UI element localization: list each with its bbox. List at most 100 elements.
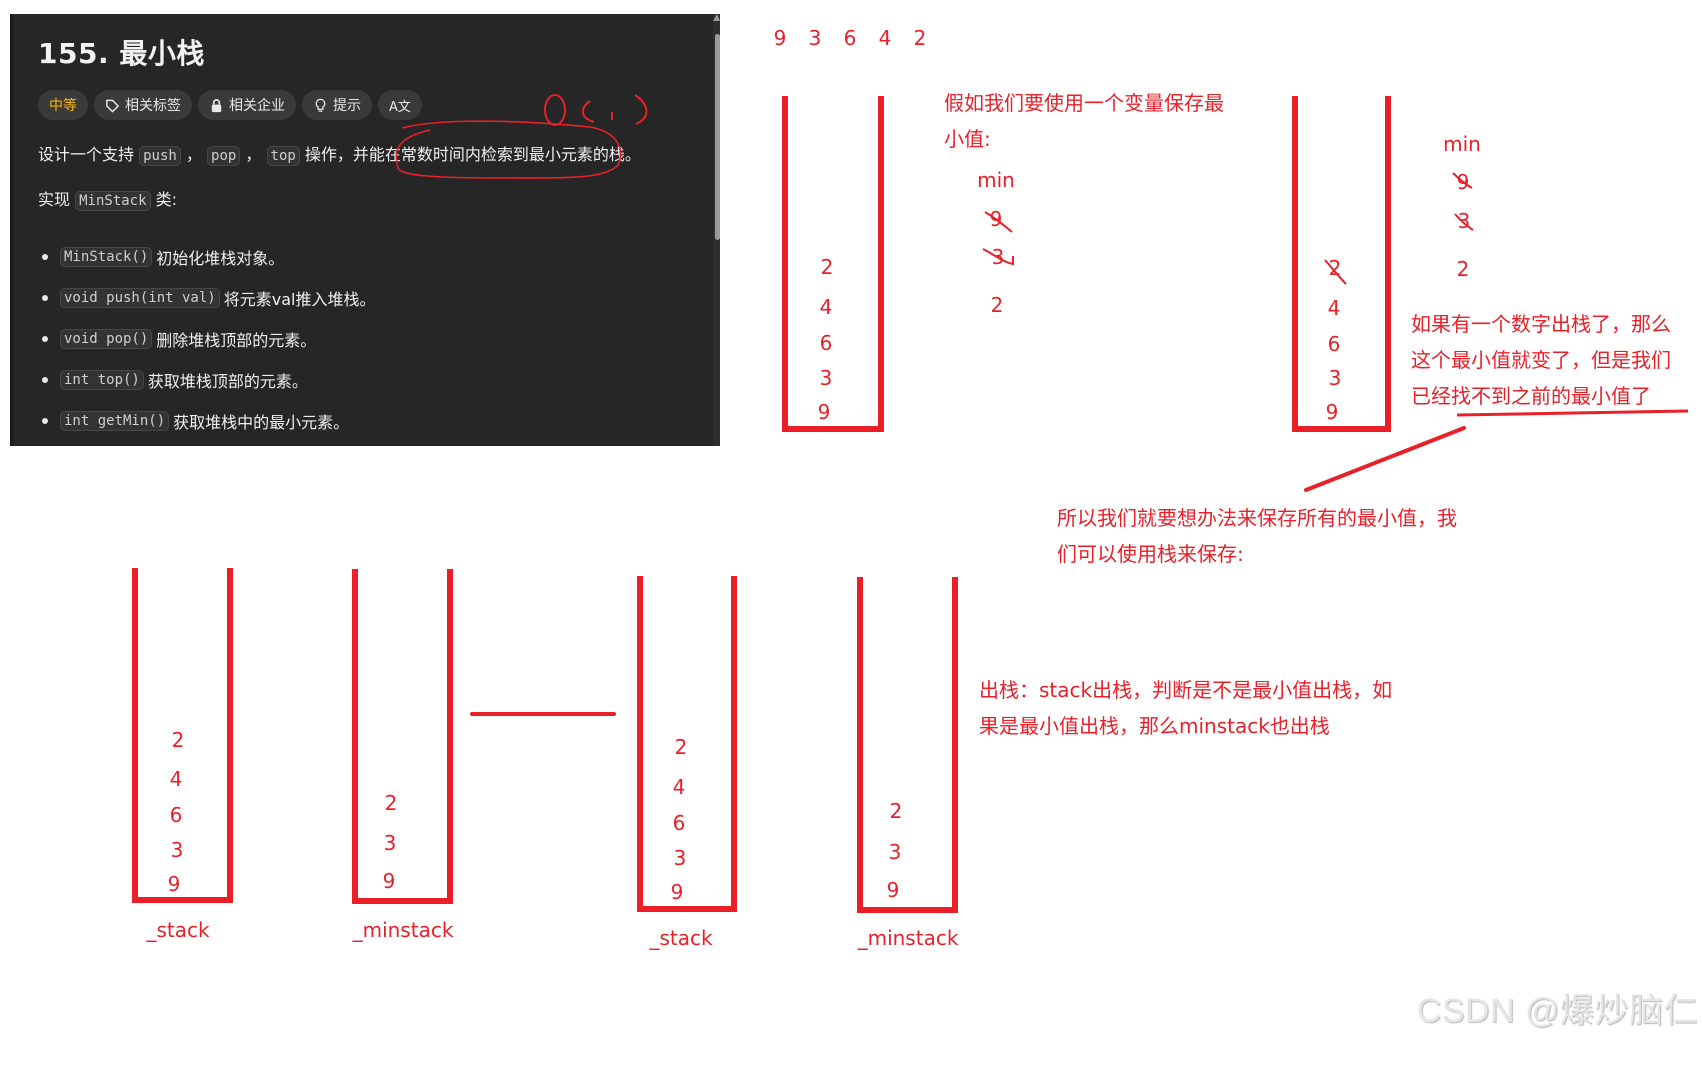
stack-value: 2 xyxy=(889,799,903,823)
note-line: 所以我们就要想办法来保存所有的最小值，我 xyxy=(1057,506,1457,530)
lock-icon xyxy=(211,98,222,112)
stack-value: 9 xyxy=(1325,400,1339,424)
note-solution: 所以我们就要想办法来保存所有的最小值，我 们可以使用栈来保存: xyxy=(1057,500,1457,572)
watermark: CSDN @爆炒脑仁 xyxy=(1416,992,1698,1030)
code-push: push xyxy=(139,146,181,166)
scrollbar-thumb[interactable] xyxy=(715,34,720,240)
min-value: 9 xyxy=(1456,170,1470,194)
sequence-number: 9 xyxy=(773,26,787,50)
method-code: int top() xyxy=(60,369,144,390)
related-companies-button[interactable]: 相关企业 xyxy=(198,90,296,120)
note-line: 小值: xyxy=(944,127,991,151)
method-text: 初始化堆栈对象。 xyxy=(156,248,285,268)
method-text: 获取堆栈顶部的元素。 xyxy=(147,371,308,391)
bullet-icon xyxy=(42,376,48,383)
stack-value: 4 xyxy=(169,767,183,791)
note-line: 这个最小值就变了，但是我们 xyxy=(1411,348,1671,372)
problem-chips: 中等 相关标签 相关企业 提示 A文 xyxy=(38,90,422,120)
implement-suffix: 类: xyxy=(155,190,178,209)
stack-value: 3 xyxy=(170,838,184,862)
stack-value: 9 xyxy=(886,878,900,902)
related-tags-button[interactable]: 相关标签 xyxy=(94,90,192,120)
hints-button[interactable]: 提示 xyxy=(302,90,372,120)
stack-value: 3 xyxy=(383,831,397,855)
description-text: 设计一个支持 xyxy=(38,145,135,164)
stack-value: 2 xyxy=(1328,256,1342,280)
method-text: 删除堆栈顶部的元素。 xyxy=(156,330,317,350)
stack-value: 9 xyxy=(167,872,181,896)
difficulty-label: 中等 xyxy=(49,98,77,114)
min-value: 9 xyxy=(989,207,1003,231)
stack-value: 3 xyxy=(673,846,687,870)
list-item: MinStack() 初始化堆栈对象。 xyxy=(38,236,375,277)
code-minstack: MinStack xyxy=(75,191,151,211)
implement-line: 实现 MinStack 类: xyxy=(38,189,177,212)
min-value: 3 xyxy=(991,245,1005,269)
stack-value: 3 xyxy=(888,840,902,864)
list-item: void pop() 删除堆栈顶部的元素。 xyxy=(38,318,375,359)
min-label: min xyxy=(977,168,1015,192)
note-pop-rule: 出栈：stack出栈，判断是不是最小值出栈，如 果是最小值出栈，那么minsta… xyxy=(979,672,1392,744)
stack-value: 6 xyxy=(819,331,833,355)
minstack-diagram xyxy=(857,577,958,913)
method-code: void pop() xyxy=(60,328,153,349)
minstack-diagram xyxy=(352,569,453,904)
stack-value: 2 xyxy=(674,735,688,759)
note-line: 出栈：stack出栈，判断是不是最小值出栈，如 xyxy=(979,678,1393,702)
difficulty-badge[interactable]: 中等 xyxy=(38,90,88,120)
scrollbar[interactable] xyxy=(713,14,720,446)
list-item: void push(int val) 将元素val推入堆栈。 xyxy=(38,277,375,318)
problem-title: 155. 最小栈 xyxy=(38,37,205,70)
stack-value: 3 xyxy=(819,366,833,390)
min-label: min xyxy=(1443,132,1481,156)
sequence-number: 4 xyxy=(878,26,892,50)
stack-value: 9 xyxy=(382,869,396,893)
method-text: 获取堆栈中的最小元素。 xyxy=(173,412,350,432)
bullet-icon xyxy=(42,417,48,424)
stack-value: 2 xyxy=(820,255,834,279)
stack-value: 3 xyxy=(1328,366,1342,390)
bullet-icon xyxy=(42,335,48,342)
code-top: top xyxy=(266,146,300,166)
note-line: 已经找不到之前的最小值了 xyxy=(1411,384,1651,408)
note-variable: 假如我们要使用一个变量保存最 小值: xyxy=(944,85,1224,157)
sequence-number: 3 xyxy=(808,26,822,50)
implement-prefix: 实现 xyxy=(38,190,71,209)
related-tags-label: 相关标签 xyxy=(125,98,181,114)
problem-panel: 155. 最小栈 中等 相关标签 相关企业 提示 A文 设计一个支持 push … xyxy=(10,14,720,446)
note-pop: 如果有一个数字出栈了，那么 这个最小值就变了，但是我们 已经找不到之前的最小值了 xyxy=(1411,306,1671,414)
translate-button[interactable]: A文 xyxy=(378,90,422,120)
stack-value: 2 xyxy=(384,791,398,815)
scroll-up-arrow-icon[interactable] xyxy=(713,14,720,21)
lightbulb-icon xyxy=(315,98,326,112)
stack-value: 4 xyxy=(1327,296,1341,320)
bullet-icon xyxy=(42,253,48,260)
sequence-number: 2 xyxy=(913,26,927,50)
stack-value: 4 xyxy=(819,295,833,319)
problem-description: 设计一个支持 push ， pop ， top 操作，并能在常数时间内检索到最小… xyxy=(38,144,641,167)
bullet-icon xyxy=(42,294,48,301)
min-value: 2 xyxy=(1456,257,1470,281)
stack-value: 6 xyxy=(169,803,183,827)
stack-label: _minstack xyxy=(857,926,959,950)
stack-value: 6 xyxy=(672,811,686,835)
translate-icon: A文 xyxy=(389,99,411,115)
method-text: 将元素val推入堆栈。 xyxy=(223,289,376,309)
method-code: int getMin() xyxy=(60,410,170,431)
list-item: int getMin() 获取堆栈中的最小元素。 xyxy=(38,400,375,441)
note-line: 假如我们要使用一个变量保存最 xyxy=(944,91,1224,115)
method-code: MinStack() xyxy=(60,246,153,267)
stack-value: 4 xyxy=(672,775,686,799)
stack-label: _minstack xyxy=(352,918,454,942)
related-companies-label: 相关企业 xyxy=(229,98,285,114)
note-line: 果是最小值出栈，那么minstack也出栈 xyxy=(979,714,1330,738)
stack-diagram xyxy=(1292,96,1391,432)
hints-label: 提示 xyxy=(333,98,361,114)
tag-icon xyxy=(106,99,119,112)
connector-line xyxy=(1304,426,1466,492)
separator: ， xyxy=(185,145,202,164)
stack-value: 6 xyxy=(1327,332,1341,356)
note-line: 们可以使用栈来保存: xyxy=(1057,542,1244,566)
stack-value: 9 xyxy=(670,880,684,904)
code-pop: pop xyxy=(207,146,241,166)
